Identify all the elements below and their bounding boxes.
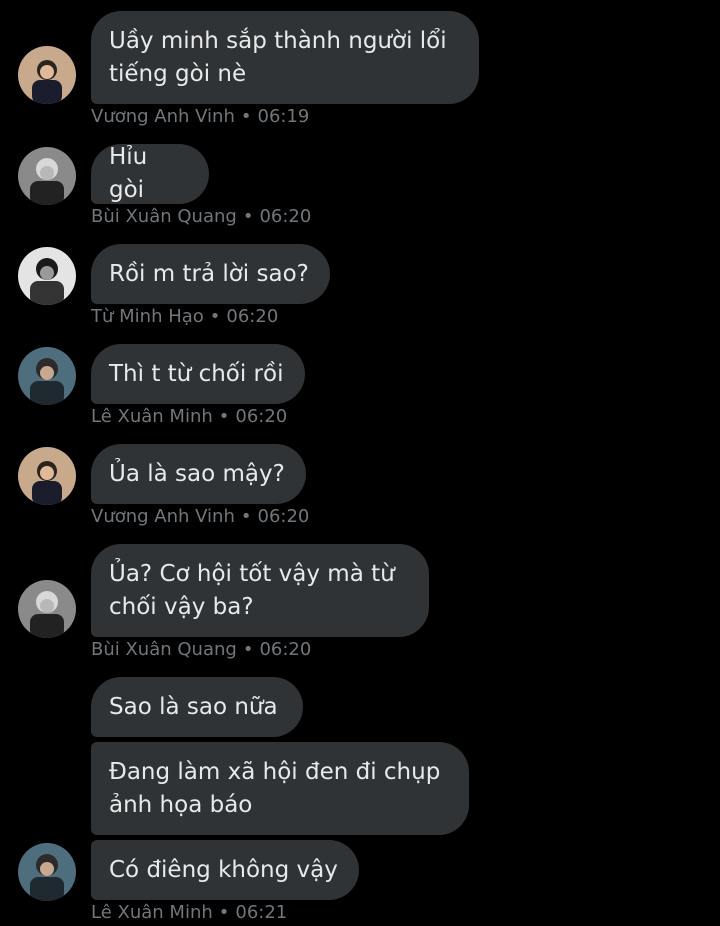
message-bubble[interactable]: Uầy minh sắp thành người lổi tiếng gòi n… (91, 11, 479, 104)
message-text: Thì t từ chối rồi (109, 360, 284, 387)
separator: • (218, 406, 230, 427)
message-bubble[interactable]: Ủa là sao mậy? (91, 444, 306, 504)
message-meta: Bùi Xuân Quang • 06:20 (91, 639, 311, 661)
message-text: Ủa? Cơ hội tốt vậy mà từ chối vậy ba? (109, 560, 403, 620)
message-text: Có điêng không vậy (109, 856, 338, 883)
message-bubble[interactable]: Rồi m trả lời sao? (91, 244, 330, 304)
message-meta: Lê Xuân Minh • 06:20 (91, 406, 287, 428)
separator: • (240, 106, 252, 127)
message-bubble[interactable]: Thì t từ chối rồi (91, 344, 305, 404)
avatar[interactable] (18, 247, 76, 305)
message-text: Uầy minh sắp thành người lổi tiếng gòi n… (109, 27, 454, 87)
separator: • (209, 306, 221, 327)
avatar[interactable] (18, 147, 76, 205)
author-name: Bùi Xuân Quang (91, 206, 237, 227)
separator: • (242, 206, 254, 227)
timestamp: 06:20 (235, 406, 288, 427)
timestamp: 06:19 (257, 106, 310, 127)
avatar[interactable] (18, 447, 76, 505)
author-name: Vương Anh Vinh (91, 106, 235, 127)
timestamp: 06:20 (259, 206, 312, 227)
author-name: Bùi Xuân Quang (91, 639, 237, 660)
message-meta: Lê Xuân Minh • 06:21 (91, 902, 287, 924)
author-name: Vương Anh Vinh (91, 506, 235, 527)
author-name: Từ Minh Hạo (91, 306, 204, 327)
message-text: Hỉu gòi (109, 144, 155, 203)
avatar[interactable] (18, 347, 76, 405)
message-text: Đang làm xã hội đen đi chụp ảnh họa báo (109, 758, 448, 818)
message-text: Ủa là sao mậy? (109, 460, 285, 487)
author-name: Lê Xuân Minh (91, 902, 213, 923)
timestamp: 06:21 (235, 902, 288, 923)
timestamp: 06:20 (259, 639, 312, 660)
message-meta: Từ Minh Hạo • 06:20 (91, 306, 278, 328)
message-bubble[interactable]: Sao là sao nữa (91, 677, 303, 737)
chat-thread: Uầy minh sắp thành người lổi tiếng gòi n… (0, 0, 720, 926)
timestamp: 06:20 (257, 506, 310, 527)
avatar[interactable] (18, 46, 76, 104)
message-bubble[interactable]: Ủa? Cơ hội tốt vậy mà từ chối vậy ba? (91, 544, 429, 637)
message-meta: Bùi Xuân Quang • 06:20 (91, 206, 311, 228)
message-text: Rồi m trả lời sao? (109, 260, 309, 287)
message-bubble[interactable]: Hỉu gòi (91, 144, 209, 204)
separator: • (240, 506, 252, 527)
message-meta: Vương Anh Vinh • 06:20 (91, 506, 309, 528)
separator: • (242, 639, 254, 660)
message-text: Sao là sao nữa (109, 693, 278, 720)
timestamp: 06:20 (226, 306, 279, 327)
avatar[interactable] (18, 843, 76, 901)
author-name: Lê Xuân Minh (91, 406, 213, 427)
separator: • (218, 902, 230, 923)
message-bubble[interactable]: Đang làm xã hội đen đi chụp ảnh họa báo (91, 742, 469, 835)
message-bubble[interactable]: Có điêng không vậy (91, 840, 359, 900)
avatar[interactable] (18, 580, 76, 638)
message-meta: Vương Anh Vinh • 06:19 (91, 106, 309, 128)
